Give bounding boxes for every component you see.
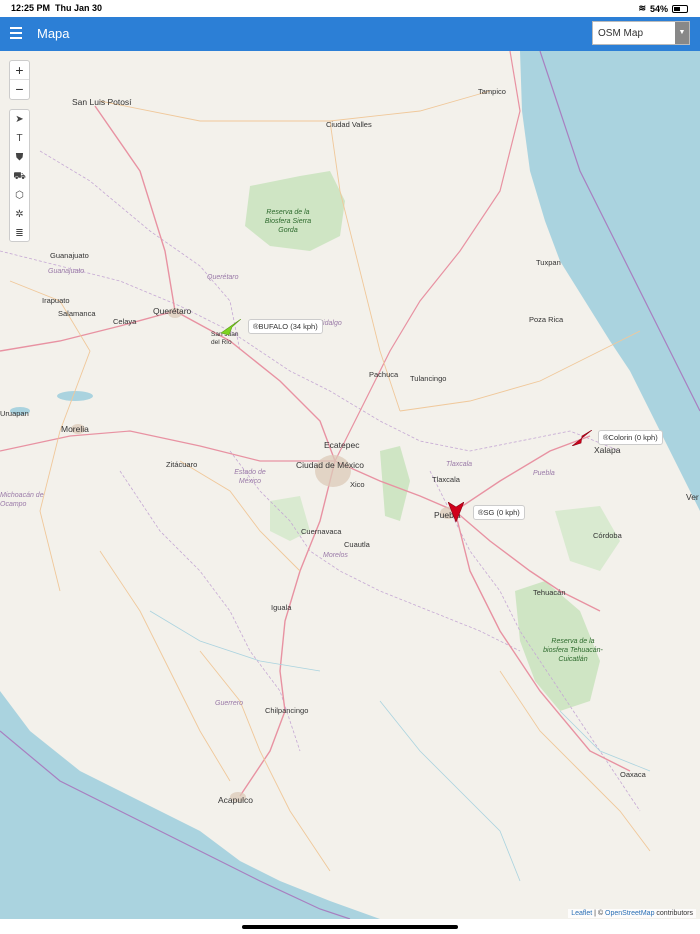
app-header: Mapa OSM Map ▼ (0, 17, 700, 51)
shield-icon[interactable]: ⛊ (10, 148, 29, 167)
city-label: San Luis Potosí (72, 97, 132, 107)
city-label: Uruapan (0, 409, 29, 418)
status-right: ≋ 54% (638, 3, 688, 14)
region-label: Guanajuato (48, 268, 85, 275)
city-label: Cuernavaca (301, 527, 342, 536)
crosshair-icon[interactable]: ✲ (10, 205, 29, 224)
leaflet-link[interactable]: Leaflet (571, 910, 592, 917)
city-label: Tulancingo (410, 374, 447, 383)
chevron-down-icon: ▼ (675, 22, 689, 44)
wifi-icon: ≋ (638, 3, 646, 13)
attribution-separator: | © (592, 910, 606, 917)
city-label: Ver (686, 492, 699, 502)
vehicle-marker-label[interactable]: ®SG (0 kph) (473, 505, 525, 520)
city-label: Irapuato (42, 296, 70, 305)
region-label: Puebla (533, 470, 555, 477)
status-date: Thu Jan 30 (55, 3, 103, 13)
city-label: Iguala (271, 603, 292, 612)
city-label: Zitácuaro (166, 460, 198, 469)
city-label: Salamanca (58, 309, 96, 318)
city-label: Ciudad de México (296, 460, 365, 470)
city-label: Pachuca (369, 370, 399, 379)
polygon-icon[interactable]: ⬡ (10, 186, 29, 205)
region-label: Guerrero (215, 700, 244, 707)
city-label: Morelia (61, 424, 89, 434)
city-label: Ciudad Valles (326, 120, 372, 129)
city-label: Guanajuato (50, 251, 89, 260)
map-layer-select[interactable]: OSM Map ▼ (592, 21, 690, 45)
city-label: Poza Rica (529, 315, 564, 324)
city-label: Querétaro (153, 306, 192, 316)
zoom-out-button[interactable]: − (10, 80, 29, 99)
region-label: Michoacán de Ocampo (0, 492, 44, 508)
car-icon[interactable]: ⛟ (10, 167, 29, 186)
home-indicator-bar (0, 919, 700, 934)
region-label: Querétaro (207, 274, 239, 281)
draw-toolbar: ➤ T ⛊ ⛟ ⬡ ✲ ≣ (9, 109, 30, 242)
battery-percent: 54% (649, 3, 668, 14)
city-label: Xalapa (594, 445, 621, 455)
city-label: Celaya (113, 317, 137, 326)
city-label: Xico (350, 480, 365, 489)
city-label: Oaxaca (620, 770, 646, 779)
text-tool-icon[interactable]: T (10, 129, 29, 148)
map-view[interactable]: + − ➤ T ⛊ ⛟ ⬡ ✲ ≣ San Luis Potosí Tampic… (0, 51, 700, 919)
reserve-label: Reserva de la biosfera Tehuacán-Cuicatlá… (543, 638, 603, 663)
layers-icon[interactable]: ≣ (10, 224, 29, 243)
city-label: Cuautla (344, 540, 370, 549)
city-label: Córdoba (593, 531, 622, 540)
map-layer-value: OSM Map (598, 28, 644, 39)
city-label: Tlaxcala (432, 475, 460, 484)
zoom-in-button[interactable]: + (10, 61, 29, 80)
hamburger-menu-icon[interactable] (10, 27, 22, 41)
city-label: Acapulco (218, 795, 253, 805)
vehicle-marker-arrow[interactable] (448, 502, 464, 522)
region-label: Morelos (323, 552, 348, 559)
osm-link[interactable]: OpenStreetMap (605, 910, 654, 917)
vehicle-marker-arrow[interactable] (572, 430, 592, 446)
map-attribution: Leaflet | © OpenStreetMap contributors (568, 909, 696, 918)
city-label: Chilpancingo (265, 706, 309, 715)
city-label: Ecatepec (324, 440, 360, 450)
city-label: Tuxpan (536, 258, 561, 267)
navigate-arrow-icon[interactable]: ➤ (10, 110, 29, 129)
zoom-control: + − (9, 60, 30, 100)
status-bar: 12:25 PM Thu Jan 30 ≋ 54% (0, 0, 700, 17)
vehicle-marker-arrow[interactable] (221, 319, 241, 335)
city-label: Tehuacán (533, 588, 566, 597)
battery-fill (674, 6, 681, 11)
attribution-suffix: contributors (654, 910, 693, 917)
region-label: Estado de México (234, 469, 266, 485)
city-label: Tampico (478, 87, 506, 96)
vehicle-marker-label[interactable]: ®Colorin (0 kph) (598, 430, 663, 445)
page-title: Mapa (37, 26, 70, 41)
region-label: Tlaxcala (446, 461, 473, 468)
battery-icon (672, 4, 688, 13)
status-time: 12:25 PM (11, 3, 51, 13)
home-indicator[interactable] (242, 925, 458, 929)
vehicle-marker-label[interactable]: ®BUFALO (34 kph) (248, 319, 323, 334)
reserve-label: Reserva de la Biosfera Sierra Gorda (264, 209, 312, 234)
